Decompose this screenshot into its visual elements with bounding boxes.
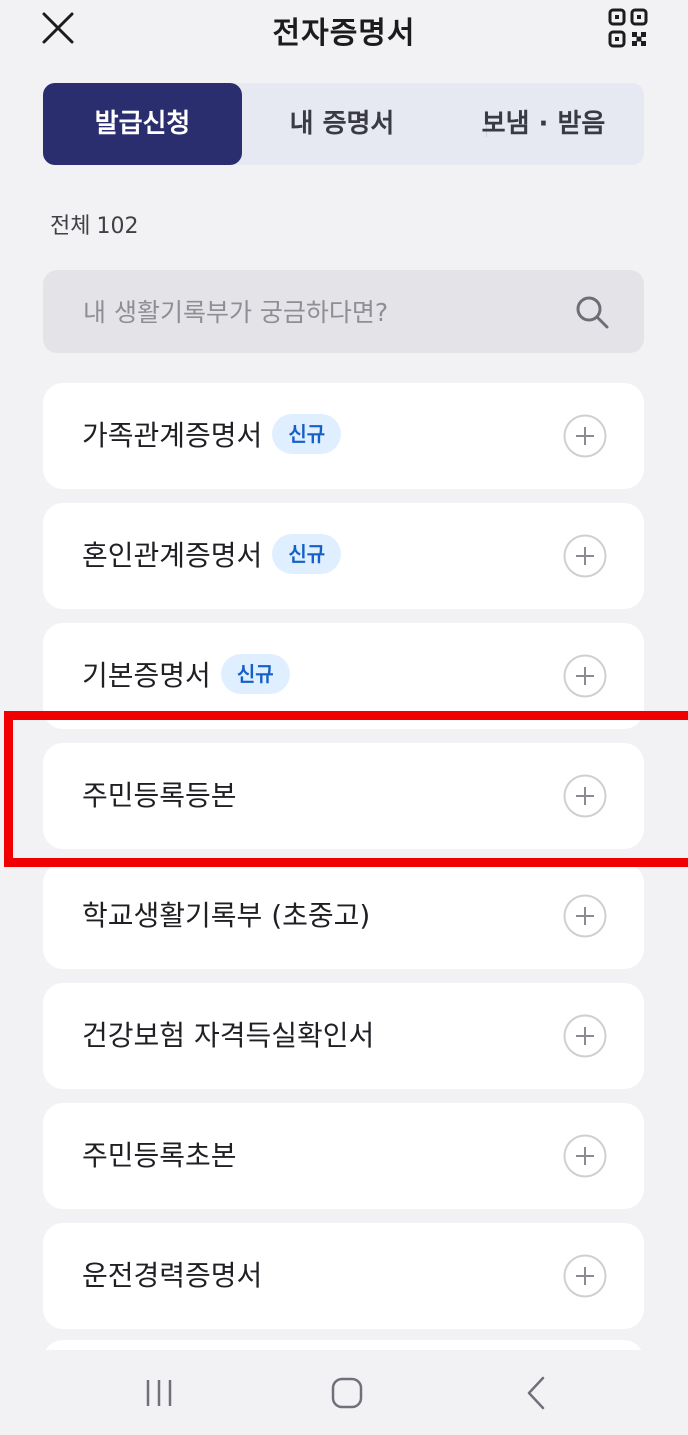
- document-item-marriage-relation[interactable]: 혼인관계증명서 신규: [43, 503, 644, 609]
- document-name: 학교생활기록부 (초중고): [82, 899, 371, 932]
- system-navigation-bar: [0, 1350, 688, 1435]
- tab-issue-request[interactable]: 발급신청: [43, 83, 242, 165]
- document-item-school-record[interactable]: 학교생활기록부 (초중고): [43, 863, 644, 969]
- plus-circle-icon[interactable]: [563, 654, 607, 698]
- total-count-value: 102: [96, 214, 139, 239]
- new-badge: 신규: [220, 654, 290, 694]
- document-item-family-relation[interactable]: 가족관계증명서 신규: [43, 383, 644, 489]
- document-name: 가족관계증명서 신규: [82, 383, 342, 489]
- plus-circle-icon[interactable]: [563, 534, 607, 578]
- new-badge: 신규: [272, 414, 342, 454]
- document-name: 기본증명서 신규: [82, 623, 290, 729]
- document-name: 운전경력증명서: [82, 1259, 263, 1292]
- document-name: 혼인관계증명서 신규: [82, 503, 342, 609]
- search-box: [43, 270, 644, 355]
- document-item-basic-certificate[interactable]: 기본증명서 신규: [43, 623, 644, 729]
- document-name: 주민등록초본: [82, 1139, 237, 1172]
- page-title: 전자증명서: [272, 16, 416, 51]
- back-icon: [527, 1376, 545, 1410]
- plus-circle-icon[interactable]: [563, 1134, 607, 1178]
- qr-code-icon: [608, 8, 648, 48]
- plus-circle-icon[interactable]: [563, 414, 607, 458]
- recent-apps-icon: [146, 1380, 172, 1406]
- tab-sent-received[interactable]: 보냄 · 받음: [443, 83, 644, 165]
- search-icon[interactable]: [574, 294, 610, 330]
- qr-code-button[interactable]: [606, 6, 650, 50]
- plus-circle-icon[interactable]: [563, 1014, 607, 1058]
- tab-bar: 발급신청 내 증명서 보냄 · 받음: [43, 83, 644, 165]
- total-count: 전체 102: [50, 208, 138, 240]
- document-item-health-insurance[interactable]: 건강보험 자격득실확인서: [43, 983, 644, 1089]
- document-item-resident-registration-copy[interactable]: 주민등록등본: [43, 743, 644, 849]
- document-item-resident-registration-abstract[interactable]: 주민등록초본: [43, 1103, 644, 1209]
- plus-circle-icon[interactable]: [563, 894, 607, 938]
- total-count-label: 전체: [50, 214, 91, 239]
- tab-my-certificates[interactable]: 내 증명서: [242, 83, 442, 165]
- document-name: 주민등록등본: [82, 779, 237, 812]
- new-badge: 신규: [272, 534, 342, 574]
- search-input[interactable]: [81, 270, 565, 355]
- plus-circle-icon[interactable]: [563, 774, 607, 818]
- document-name: 건강보험 자격득실확인서: [82, 1019, 375, 1052]
- back-button[interactable]: [512, 1368, 562, 1418]
- recent-apps-button[interactable]: [134, 1368, 184, 1418]
- home-button[interactable]: [322, 1368, 372, 1418]
- document-item-driving-record[interactable]: 운전경력증명서: [43, 1223, 644, 1329]
- plus-circle-icon[interactable]: [563, 1254, 607, 1298]
- home-icon: [331, 1377, 363, 1409]
- header-bar: 전자증명서: [0, 0, 688, 60]
